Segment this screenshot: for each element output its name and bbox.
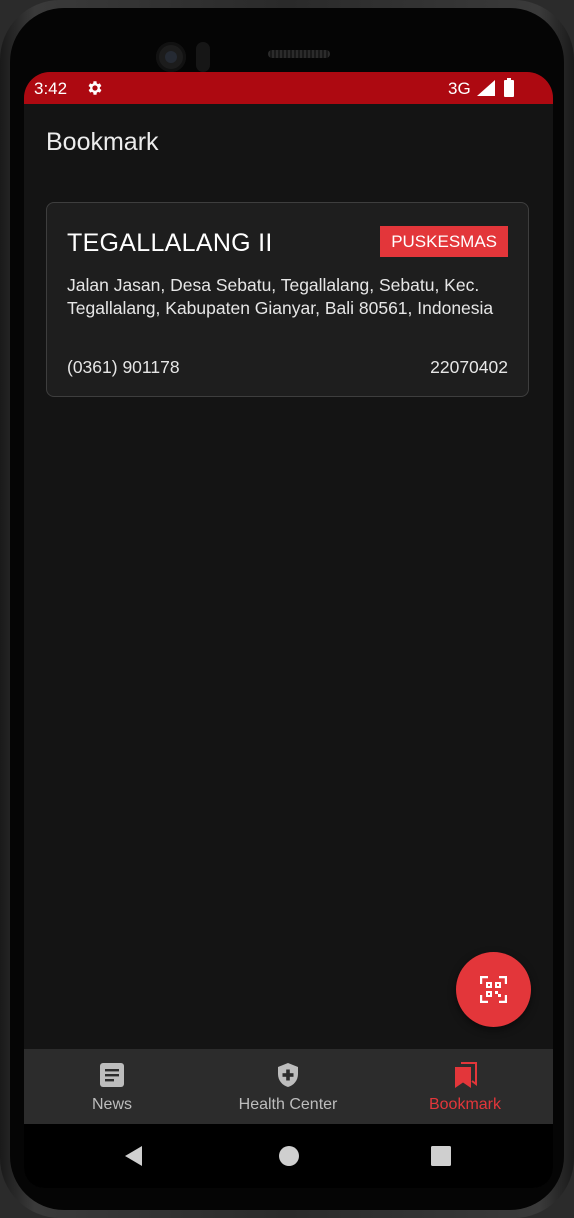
bottom-navigation: News Health Center Bookmark xyxy=(24,1049,553,1124)
health-center-code: 22070402 xyxy=(430,357,508,377)
nav-label-bookmark: Bookmark xyxy=(428,1096,502,1113)
network-type: 3G xyxy=(448,79,471,98)
page-title: Bookmark xyxy=(46,128,159,156)
bookmark-card[interactable]: TEGALLALANG II PUSKESMAS Jalan Jasan, De… xyxy=(46,202,529,397)
shield-plus-icon xyxy=(278,1063,298,1087)
status-time: 3:42 xyxy=(34,79,68,98)
health-center-name: TEGALLALANG II xyxy=(67,229,273,257)
qr-scan-icon xyxy=(480,976,507,1003)
back-icon[interactable] xyxy=(122,1144,146,1168)
news-icon xyxy=(100,1063,124,1087)
nav-label-news: News xyxy=(91,1096,132,1113)
nav-label-health-center: Health Center xyxy=(238,1096,338,1113)
type-badge: PUSKESMAS xyxy=(380,226,508,257)
recents-icon[interactable] xyxy=(429,1144,453,1168)
screen: 3:42 3G Bookmark TEGALLALANG II PUSKESMA… xyxy=(24,72,553,1188)
health-center-address: Jalan Jasan, Desa Sebatu, Tegallalang, S… xyxy=(67,275,494,318)
health-center-phone: (0361) 901178 xyxy=(67,357,180,377)
signal-icon xyxy=(477,80,495,96)
bookmark-icon xyxy=(455,1062,477,1088)
nav-item-health-center[interactable]: Health Center xyxy=(200,1049,376,1124)
sensor-icon xyxy=(196,42,210,72)
home-icon[interactable] xyxy=(277,1144,301,1168)
nav-item-news[interactable]: News xyxy=(24,1049,200,1124)
camera-icon xyxy=(156,42,186,72)
speaker-grille xyxy=(268,50,330,58)
nav-item-bookmark[interactable]: Bookmark xyxy=(377,1049,553,1124)
gear-icon xyxy=(88,81,102,95)
scan-qr-button[interactable] xyxy=(456,952,531,1027)
battery-icon xyxy=(504,78,514,97)
status-bar: 3:42 3G xyxy=(24,72,553,104)
system-navigation-bar xyxy=(24,1124,553,1188)
